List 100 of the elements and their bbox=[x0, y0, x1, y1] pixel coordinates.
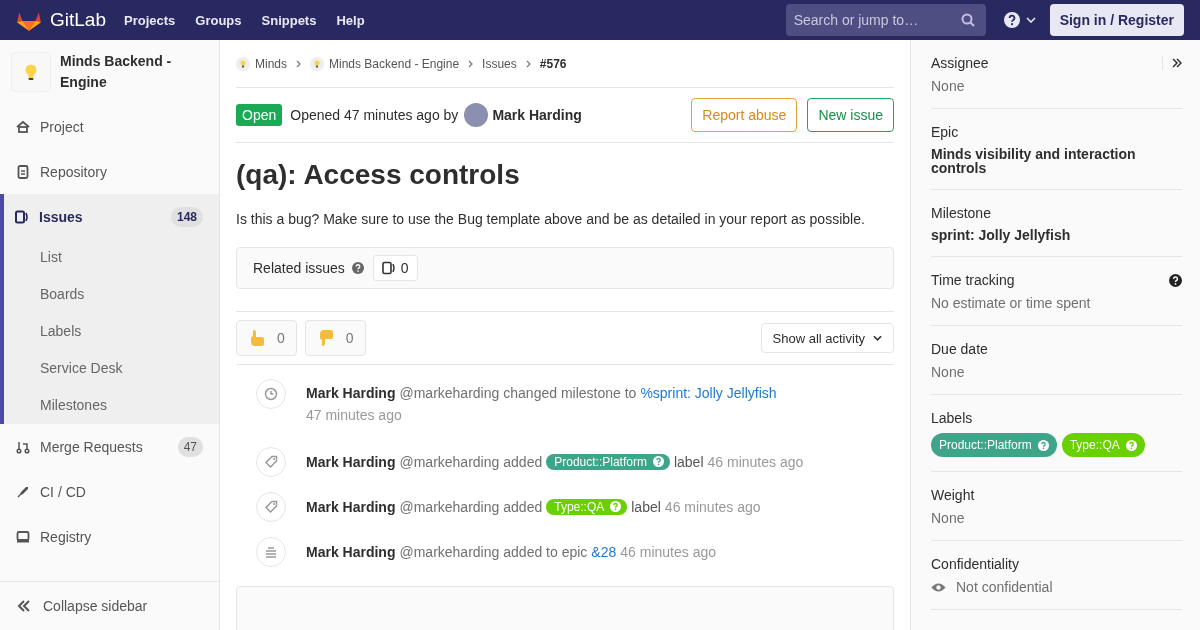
help-icon bbox=[1037, 439, 1049, 451]
sidebar-heading: Assignee bbox=[931, 55, 990, 71]
link-text[interactable]: %sprint: Jolly Jellyfish bbox=[640, 385, 777, 401]
help-icon bbox=[652, 456, 664, 467]
sidebar-value: None bbox=[931, 364, 966, 380]
count-badge: 47 bbox=[177, 436, 203, 457]
sidebar-item[interactable]: Issues 148 bbox=[4, 194, 219, 239]
username-text: @markeharding bbox=[399, 498, 500, 515]
breadcrumb-link[interactable]: Issues bbox=[482, 56, 517, 71]
author-link[interactable]: Mark Harding bbox=[306, 543, 396, 560]
chevron-down-icon bbox=[873, 335, 882, 341]
sidebar-heading: Due date bbox=[931, 341, 989, 357]
logo-text[interactable]: GitLab bbox=[50, 9, 106, 31]
sidebar-item[interactable]: CI / CD bbox=[0, 469, 219, 514]
activity-filter-dropdown[interactable]: Show all activity bbox=[760, 323, 894, 353]
doc-icon bbox=[16, 164, 30, 179]
sidebar-heading: Time tracking bbox=[931, 272, 1016, 288]
eye-icon bbox=[931, 581, 946, 593]
project-name[interactable]: Minds Backend - Engine bbox=[60, 51, 209, 93]
project-avatar bbox=[236, 56, 250, 71]
issues-icon bbox=[381, 261, 396, 275]
help-dropdown[interactable] bbox=[1003, 12, 1036, 28]
nav-link[interactable]: Snippets bbox=[261, 12, 317, 28]
author-link[interactable]: Mark Harding bbox=[306, 453, 396, 470]
avatar-icon[interactable] bbox=[464, 103, 489, 127]
sidebar-subitem[interactable]: Milestones bbox=[4, 387, 219, 424]
double-chevron-right-icon[interactable] bbox=[1172, 58, 1182, 68]
chevron-right-icon bbox=[296, 59, 301, 68]
author-link[interactable]: Mark Harding bbox=[492, 107, 582, 123]
count-badge: 148 bbox=[170, 206, 203, 227]
sidebar-value: None bbox=[931, 78, 966, 94]
sign-in-button[interactable]: Sign in / Register bbox=[1049, 4, 1184, 36]
thumbs-down-button[interactable]: 0 bbox=[304, 320, 366, 356]
merge-icon bbox=[16, 439, 30, 454]
sidebar-subitem[interactable]: Service Desk bbox=[4, 350, 219, 387]
sidebar-subitem[interactable]: List bbox=[4, 239, 219, 276]
username-text: @markeharding bbox=[399, 385, 500, 401]
timestamp: 46 minutes ago bbox=[620, 543, 716, 560]
sidebar-subitem[interactable]: Boards bbox=[4, 276, 219, 313]
chevron-down-icon bbox=[1025, 17, 1036, 23]
thumbs-up-button[interactable]: 0 bbox=[236, 320, 297, 356]
box-icon bbox=[16, 529, 30, 544]
breadcrumb-link[interactable]: Minds bbox=[255, 56, 287, 71]
breadcrumb-link[interactable]: Minds Backend - Engine bbox=[329, 56, 460, 71]
status-badge: Open bbox=[236, 104, 283, 126]
related-issues-label: Related issues bbox=[253, 260, 345, 276]
help-icon bbox=[610, 501, 622, 512]
issues-icon bbox=[15, 209, 29, 224]
action-text: added bbox=[503, 453, 543, 470]
clock-icon bbox=[256, 379, 286, 409]
username-text: @markeharding bbox=[399, 543, 500, 560]
breadcrumb-link[interactable]: #576 bbox=[539, 56, 567, 71]
sidebar-heading: Epic bbox=[931, 124, 960, 140]
sidebar-heading: Weight bbox=[931, 487, 976, 503]
help-icon[interactable] bbox=[1169, 273, 1182, 287]
tag-icon bbox=[256, 491, 286, 522]
sidebar-item[interactable]: Registry bbox=[0, 514, 219, 559]
sidebar-item[interactable]: Project bbox=[0, 104, 219, 149]
sidebar-heading: Milestone bbox=[931, 205, 992, 221]
project-avatar bbox=[310, 56, 324, 71]
action-text: added to epic bbox=[503, 543, 588, 560]
opened-text: Opened 47 minutes ago by bbox=[290, 107, 459, 123]
link-text[interactable]: &28 bbox=[591, 543, 617, 560]
double-chevron-left-icon bbox=[17, 600, 31, 612]
issue-title: (qa): Access controls bbox=[236, 159, 521, 191]
label-word: label bbox=[631, 498, 661, 515]
sidebar-value: No estimate or time spent bbox=[931, 295, 1092, 311]
thumbs-up-icon bbox=[249, 329, 265, 347]
search-icon bbox=[960, 13, 975, 27]
timestamp: 47 minutes ago bbox=[306, 407, 403, 423]
sidebar-value[interactable]: sprint: Jolly Jellyfish bbox=[931, 228, 1182, 242]
sidebar-value: None bbox=[931, 510, 966, 526]
author-link[interactable]: Mark Harding bbox=[306, 498, 396, 515]
sidebar-item[interactable]: Repository bbox=[0, 149, 219, 194]
action-text: added bbox=[503, 498, 543, 515]
thumbs-down-icon bbox=[317, 329, 334, 347]
sidebar-item[interactable]: Merge Requests 47 bbox=[0, 424, 219, 469]
username-text: @markeharding bbox=[399, 453, 500, 470]
author-link[interactable]: Mark Harding bbox=[306, 385, 396, 401]
collapse-sidebar-button[interactable]: Collapse sidebar bbox=[0, 581, 219, 630]
chevron-right-icon bbox=[525, 59, 531, 68]
tag-icon bbox=[256, 446, 286, 477]
new-issue-button[interactable]: New issue bbox=[807, 98, 894, 132]
timestamp: 46 minutes ago bbox=[707, 453, 804, 470]
action-text: changed milestone to bbox=[503, 385, 637, 401]
chevron-right-icon bbox=[468, 59, 474, 68]
search-field[interactable]: Search or jump to… bbox=[785, 4, 986, 36]
label-word: label bbox=[673, 453, 704, 470]
sidebar-value[interactable]: Minds visibility and interaction controls bbox=[931, 147, 1182, 175]
sidebar-heading: Confidentiality bbox=[931, 556, 1020, 572]
issue-description: Is this a bug? Make sure to use the Bug template above and be as detailed in your report as possible. bbox=[236, 211, 866, 227]
help-icon bbox=[1125, 439, 1137, 451]
nav-link[interactable]: Groups bbox=[195, 12, 242, 28]
help-icon bbox=[1003, 12, 1020, 28]
lightbulb-icon bbox=[24, 63, 38, 81]
sidebar-value: Not confidential bbox=[956, 579, 1053, 595]
sidebar-subitem[interactable]: Labels bbox=[4, 313, 219, 350]
nav-link[interactable]: Projects bbox=[124, 12, 176, 28]
list-icon bbox=[256, 536, 286, 567]
nav-link[interactable]: Help bbox=[336, 12, 365, 28]
